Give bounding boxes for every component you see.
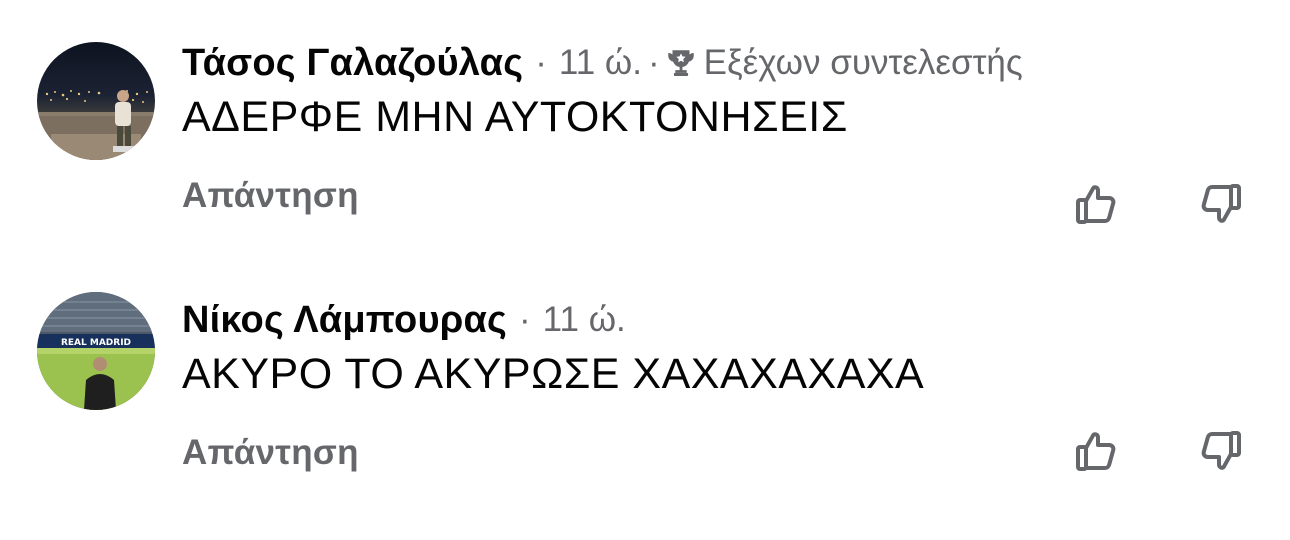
author-name[interactable]: Τάσος Γαλαζούλας	[182, 42, 523, 85]
comment-1: Τάσος Γαλαζούλας · 11 ώ. · Εξέχων συντελ…	[0, 33, 1290, 283]
badge-label: Εξέχων συντελεστής	[703, 43, 1023, 82]
trophy-icon	[664, 46, 698, 80]
timestamp[interactable]: 11 ώ.	[559, 43, 642, 83]
avatar-banner: REAL MADRID	[61, 338, 131, 348]
thumbs-up-icon	[1076, 185, 1116, 224]
comment-2: REAL MADRID Νίκος Λάμπουρας · 11 ώ. ΑΚΥΡ…	[0, 290, 1290, 540]
downvote-button[interactable]	[1194, 178, 1246, 230]
thumbs-down-icon	[1201, 184, 1241, 223]
comment-header: Νίκος Λάμπουρας · 11 ώ.	[182, 290, 626, 350]
timestamp[interactable]: 11 ώ.	[543, 300, 626, 340]
reply-button[interactable]: Απάντηση	[182, 176, 359, 216]
comment-text: ΑΔΕΡΦΕ ΜΗΝ ΑΥΤΟΚΤΟΝΗΣΕΙΣ	[182, 93, 848, 141]
comment-header: Τάσος Γαλαζούλας · 11 ώ. · Εξέχων συντελ…	[182, 33, 1023, 93]
separator-dot: ·	[519, 300, 531, 339]
thumbs-down-icon	[1201, 431, 1241, 470]
avatar[interactable]	[37, 42, 155, 160]
comment-text: ΑΚΥΡΟ ΤΟ ΑΚΥΡΩΣΕ ΧΑΧΑΧΑΧΑΧΑ	[182, 350, 925, 398]
separator-dot: ·	[535, 43, 547, 82]
author-name[interactable]: Νίκος Λάμπουρας	[182, 299, 507, 342]
upvote-button[interactable]	[1071, 178, 1123, 230]
reply-button[interactable]: Απάντηση	[182, 433, 359, 473]
separator-dot: ·	[647, 43, 660, 82]
upvote-button[interactable]	[1071, 425, 1123, 477]
downvote-button[interactable]	[1194, 425, 1246, 477]
thumbs-up-icon	[1076, 432, 1116, 471]
avatar[interactable]: REAL MADRID	[37, 292, 155, 410]
